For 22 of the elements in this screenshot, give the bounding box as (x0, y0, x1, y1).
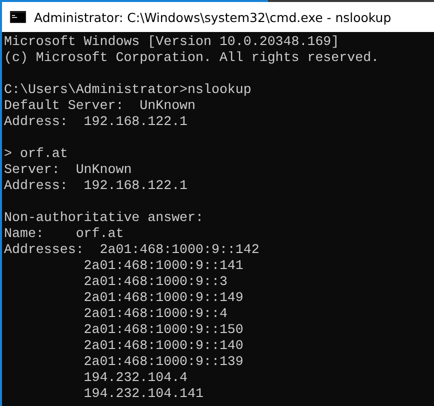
console-line: Server: UnKnown (4, 162, 132, 178)
console-line: Microsoft Windows [Version 10.0.20348.169] (4, 34, 340, 50)
console-line: 2a01:468:1000:9::150 (82, 322, 244, 338)
window-title: Administrator: C:\Windows\system32\cmd.exe - nslookup (34, 10, 392, 24)
console-line: 2a01:468:1000:9::139 (82, 354, 244, 370)
console-line: Non-authoritative answer: (4, 210, 204, 226)
console-line: Default Server: UnKnown (4, 98, 196, 114)
console-line: C:\Users\Administrator>nslookup (4, 82, 252, 98)
console-line: Name: orf.at (4, 226, 124, 242)
console-line: Addresses: 2a01:468:1000:9::142 (4, 242, 260, 258)
console-line: 2a01:468:1000:9::4 (82, 306, 228, 322)
console-line: > orf.at (4, 146, 68, 162)
console-line: 2a01:468:1000:9::3 (82, 274, 228, 290)
console-line: Address: 192.168.122.1 (4, 114, 188, 130)
console-line: 194.232.104.4 (82, 370, 188, 386)
console-line: 194.232.104.141 (82, 386, 204, 402)
console-line: 2a01:468:1000:9::149 (82, 290, 244, 306)
console-line: (c) Microsoft Corporation. All rights reserved. (4, 50, 380, 66)
console-line: 2a01:468:1000:9::140 (82, 338, 244, 354)
console-icon (10, 11, 26, 23)
console-line: Address: 192.168.122.1 (4, 178, 188, 194)
console-line: 2a01:468:1000:9::141 (82, 258, 244, 274)
